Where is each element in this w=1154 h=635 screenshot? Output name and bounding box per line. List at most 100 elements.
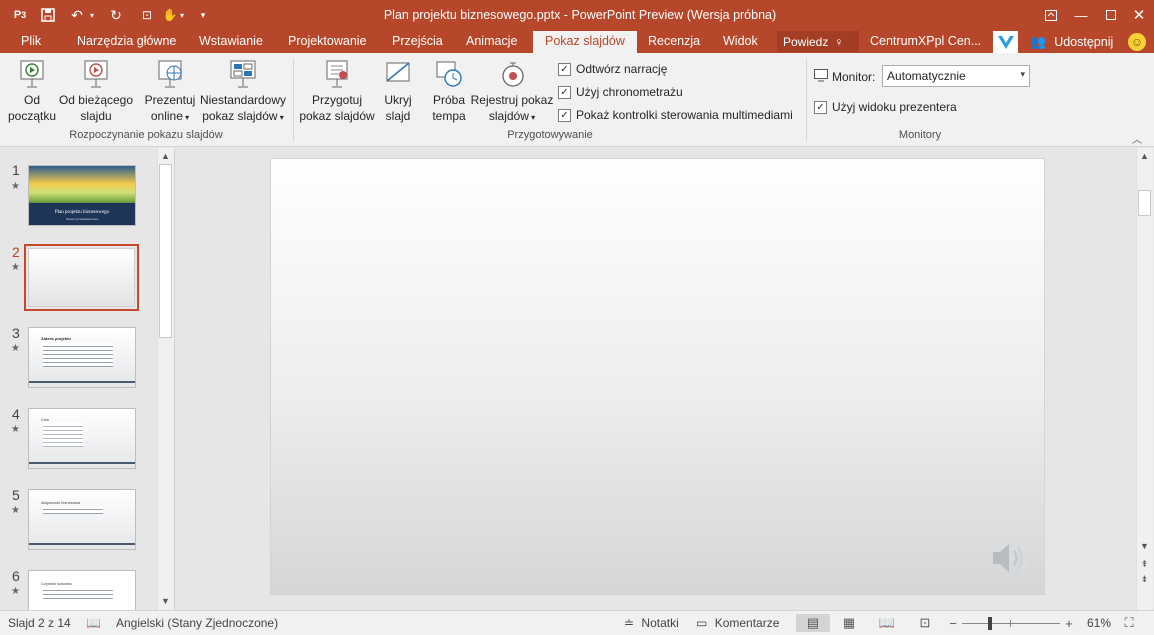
tab-slide-show[interactable]: Pokaz slajdów bbox=[533, 31, 637, 53]
from-current-slide-button[interactable]: Od bieżącego slajdu bbox=[58, 57, 134, 124]
tell-me-box[interactable]: Powiedz ♀ bbox=[777, 31, 859, 52]
present-online-label-2: online bbox=[150, 109, 183, 123]
undo-icon[interactable]: ↶ bbox=[66, 5, 88, 25]
title-bar: P3 ↶ ▾ ↻ ⊡ ✋ ▾ ▾ Plan projektu biznesowe… bbox=[0, 0, 1154, 31]
share-label: Udostępnij bbox=[1054, 35, 1114, 49]
animation-star-icon: ★ bbox=[11, 181, 20, 192]
tab-transitions[interactable]: Przejścia bbox=[392, 31, 443, 53]
play-narrations-checkbox[interactable]: ✓ Odtwórz narrację bbox=[558, 62, 667, 76]
animation-star-icon: ★ bbox=[11, 424, 20, 435]
share-button[interactable]: 👥 Udostępnij bbox=[1030, 31, 1113, 53]
fit-to-window-icon[interactable]: ⛶ bbox=[1118, 614, 1140, 632]
zoom-out-icon[interactable]: − bbox=[942, 614, 964, 632]
tell-me-label: Powiedz bbox=[783, 34, 829, 49]
set-up-slide-show-button[interactable]: Przygotuj pokaz slajdów bbox=[298, 57, 376, 124]
thumbnail-slide-3[interactable]: Zakres projektu bbox=[28, 327, 136, 388]
thumbnail-4-title: Cele bbox=[41, 417, 50, 422]
slide-editor bbox=[178, 148, 1136, 610]
thumbnail-slide-2-selection[interactable] bbox=[24, 244, 139, 311]
thumbnail-3-title: Zakres projektu bbox=[41, 336, 71, 341]
scrollbar-thumb[interactable] bbox=[1138, 190, 1151, 216]
collapse-ribbon-icon[interactable]: ︿ bbox=[1132, 131, 1142, 146]
from-current-label-2: slajdu bbox=[80, 109, 112, 123]
save-icon[interactable] bbox=[38, 5, 58, 25]
thumbnail-number: 6 bbox=[12, 568, 20, 584]
smiley-feedback-icon[interactable]: ☺ bbox=[1128, 33, 1146, 51]
show-media-controls-checkbox[interactable]: ✓ Pokaż kontrolki sterowania multimediam… bbox=[558, 108, 793, 122]
audio-speaker-icon[interactable] bbox=[989, 539, 1031, 580]
record-show-icon bbox=[498, 59, 526, 89]
reading-view-icon[interactable]: 📖 bbox=[876, 614, 898, 632]
custom-show-icon bbox=[229, 59, 257, 89]
undo-dropdown-icon[interactable]: ▾ bbox=[88, 5, 96, 25]
tab-file[interactable]: Plik bbox=[21, 31, 41, 53]
tab-animations[interactable]: Animacje bbox=[466, 31, 517, 53]
next-slide-icon[interactable]: ⇟ bbox=[1137, 573, 1152, 585]
ribbon-tabs: Plik Narzędzia główne Wstawianie Projekt… bbox=[0, 31, 1154, 53]
thumbnail-slide-5[interactable]: Aktywność biznesowa bbox=[28, 489, 136, 550]
slide-show-view-icon[interactable]: ⊡ bbox=[914, 614, 936, 632]
close-icon[interactable]: ✕ bbox=[1124, 4, 1154, 26]
monitor-select[interactable]: Automatycznie ▾ bbox=[882, 65, 1030, 87]
animation-star-icon: ★ bbox=[11, 262, 20, 273]
comments-button[interactable]: ▭ Komentarze bbox=[696, 616, 779, 630]
from-current-label-1: Od bieżącego bbox=[58, 93, 134, 107]
chevron-down-icon: ▾ bbox=[1020, 69, 1025, 79]
spelling-check-icon[interactable]: 📖 bbox=[86, 616, 101, 630]
presenter-view-label: Użyj widoku prezentera bbox=[832, 100, 957, 114]
play-from-start-icon bbox=[18, 59, 46, 89]
zoom-in-icon[interactable]: + bbox=[1058, 614, 1080, 632]
touch-dropdown-icon[interactable]: ▾ bbox=[178, 5, 186, 25]
tab-view[interactable]: Widok bbox=[723, 31, 758, 53]
account-name[interactable]: CentrumXPpl Cen... bbox=[870, 31, 981, 53]
rehearse-timings-button[interactable]: Próba tempa bbox=[428, 57, 470, 124]
thumbnail-scrollbar[interactable]: ▲ ▼ bbox=[157, 148, 174, 610]
language-indicator[interactable]: Angielski (Stany Zjednoczone) bbox=[116, 616, 278, 630]
hide-slide-label-1: Ukryj bbox=[384, 93, 412, 107]
tab-review[interactable]: Recenzja bbox=[648, 31, 700, 53]
custom-show-label-1: Niestandardowy bbox=[199, 93, 287, 107]
custom-slide-show-button[interactable]: Niestandardowy pokaz slajdów ▾ bbox=[198, 57, 288, 126]
tab-design[interactable]: Projektowanie bbox=[288, 31, 367, 53]
notes-button[interactable]: ≐ Notatki bbox=[624, 616, 679, 630]
present-online-button[interactable]: Prezentuj online ▾ bbox=[142, 57, 198, 126]
scroll-down-icon[interactable]: ▼ bbox=[158, 595, 173, 607]
normal-view-icon[interactable]: ▤ bbox=[796, 614, 830, 632]
present-online-dropdown-icon: ▾ bbox=[182, 113, 190, 122]
scrollbar-thumb[interactable] bbox=[159, 164, 172, 338]
from-beginning-button[interactable]: Od początku bbox=[6, 57, 58, 124]
editor-scrollbar[interactable]: ▲ ▼ ⇞ ⇟ bbox=[1136, 148, 1153, 610]
redo-icon[interactable]: ↻ bbox=[106, 5, 126, 25]
thumbnail-number: 1 bbox=[12, 162, 20, 178]
scroll-up-icon[interactable]: ▲ bbox=[1137, 150, 1152, 162]
use-timings-checkbox[interactable]: ✓ Użyj chronometrażu bbox=[558, 85, 683, 99]
thumbnail-slide-6[interactable]: Czynniki sukcesu bbox=[28, 570, 136, 610]
maximize-icon[interactable] bbox=[1096, 4, 1126, 26]
scroll-down-icon[interactable]: ▼ bbox=[1137, 540, 1152, 552]
thumbnail-slide-1[interactable]: Plan projektu biznesowego Nazwa przedsię… bbox=[28, 165, 136, 226]
tab-insert[interactable]: Wstawianie bbox=[199, 31, 263, 53]
ribbon-display-options-icon[interactable] bbox=[1036, 4, 1066, 26]
touch-mode-icon[interactable]: ✋ bbox=[160, 5, 180, 25]
use-timings-label: Użyj chronometrażu bbox=[576, 85, 683, 99]
thumbnail-slide-4[interactable]: Cele bbox=[28, 408, 136, 469]
slide-sorter-icon[interactable]: ▦ bbox=[838, 614, 860, 632]
previous-slide-icon[interactable]: ⇞ bbox=[1137, 558, 1152, 570]
tab-home[interactable]: Narzędzia główne bbox=[77, 31, 176, 53]
minimize-icon[interactable]: — bbox=[1066, 4, 1096, 26]
people-icon: 👥 bbox=[1030, 34, 1047, 49]
current-slide[interactable] bbox=[270, 158, 1045, 595]
presenter-view-checkbox[interactable]: ✓ Użyj widoku prezentera bbox=[814, 100, 957, 114]
zoom-slider-thumb[interactable] bbox=[988, 617, 992, 630]
zoom-slider[interactable] bbox=[962, 617, 1060, 630]
record-slide-show-button[interactable]: Rejestruj pokaz slajdów ▾ bbox=[470, 57, 554, 126]
hide-slide-button[interactable]: Ukryj slajd bbox=[378, 57, 418, 124]
scroll-up-icon[interactable]: ▲ bbox=[158, 150, 173, 162]
zoom-level[interactable]: 61% bbox=[1087, 616, 1111, 630]
customize-toolbar-icon[interactable]: ▾ bbox=[196, 5, 210, 25]
lightbulb-icon: ♀ bbox=[834, 34, 844, 49]
play-narrations-check-icon: ✓ bbox=[558, 62, 571, 76]
thumbnail-1-title: Plan projektu biznesowego bbox=[54, 210, 110, 215]
group-label-start: Rozpoczynanie pokazu slajdów bbox=[69, 129, 223, 141]
start-from-beginning-icon[interactable]: ⊡ bbox=[136, 5, 158, 25]
